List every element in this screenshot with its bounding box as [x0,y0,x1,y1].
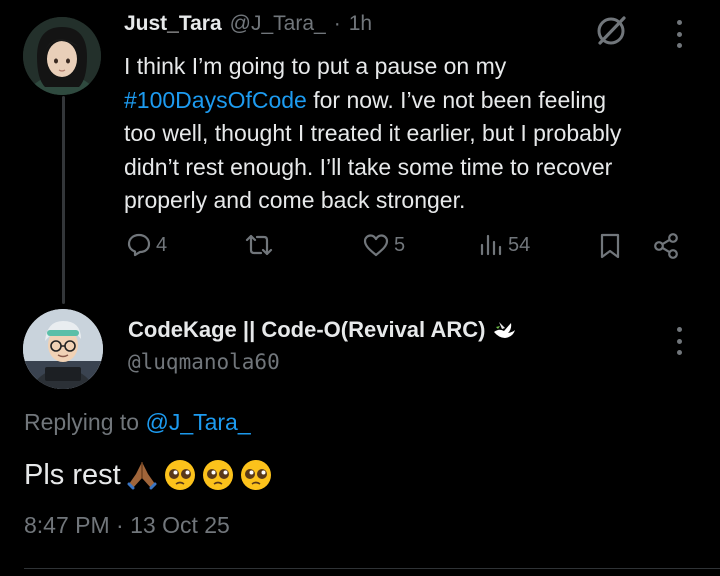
reply-count: 4 [156,233,168,256]
more-icon[interactable] [674,20,684,48]
retweet-icon [245,234,273,256]
reply-author-name[interactable]: CodeKage || Code-O(Revival ARC) [128,317,517,343]
divider [24,568,720,569]
reply-icon [127,233,151,257]
avatar[interactable] [23,309,103,389]
tweet-text-segment: for now. I’ve not been feeling [306,86,607,113]
share-icon [654,233,678,259]
tweet-text-line: too well, thought I treated it earlier, … [124,120,622,146]
separator-dot: · [333,12,341,35]
replying-to: Replying to @J_Tara_ [24,409,251,436]
tweet-text-line: properly and come back stronger. [124,187,466,213]
tweet-text-line: didn’t rest enough. I’ll take some time … [124,153,613,180]
thread-connector-line [62,96,65,304]
bookmark-button[interactable] [598,232,622,260]
tweet-text-line: I think I’m going to put a pause on my [124,53,507,79]
like-icon [363,234,389,257]
reply-button[interactable]: 4 [126,232,167,258]
reply-text: Pls rest [24,458,273,492]
share-button[interactable] [652,232,680,260]
replying-prefix: Replying to [24,409,146,435]
author-handle[interactable]: @J_Tara_ [230,12,326,36]
views-icon [480,234,502,256]
avatar[interactable] [23,17,101,95]
pleading-face-emoji [164,460,195,490]
pleading-face-emoji [240,460,271,490]
hashtag-link[interactable]: #100DaysOfCode [124,87,307,113]
views-count: 54 [508,233,531,256]
reply-author-handle[interactable]: @luqmanola60 [128,350,280,374]
folded-hands-emoji [127,462,157,490]
like-button[interactable]: 5 [362,232,405,258]
reply-text-content: Pls rest [24,458,121,491]
grok-icon[interactable] [594,12,630,48]
pleading-face-emoji [202,460,233,490]
views-button[interactable]: 54 [478,232,530,258]
replying-to-handle[interactable]: @J_Tara_ [145,409,250,435]
bookmark-icon [600,233,620,259]
tweet-time[interactable]: 1h [349,12,372,36]
retweet-button[interactable] [244,232,274,258]
tweet-text-line: #100DaysOfCode for now. I’ve not been fe… [124,84,709,118]
more-icon[interactable] [674,327,684,355]
reply-timestamp[interactable]: 8:47 PM · 13 Oct 25 [24,512,230,539]
action-bar: 4 5 54 [0,228,720,268]
reply-author-name-text: CodeKage || Code-O(Revival ARC) [128,317,486,342]
author-name[interactable]: Just_Tara [124,12,222,36]
tweet-text: I think I’m going to put a pause on my #… [124,50,709,218]
like-count: 5 [394,233,406,256]
dove-icon [494,322,516,338]
